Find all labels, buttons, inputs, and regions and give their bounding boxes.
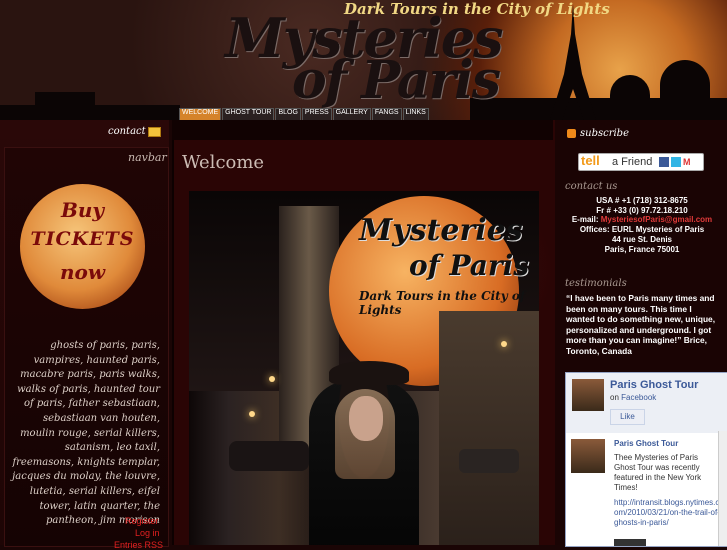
car-shape-2 [459, 449, 519, 473]
facebook-page-name[interactable]: Paris Ghost Tour [610, 379, 698, 391]
tickets-line3: now [59, 260, 106, 284]
post-link[interactable]: http://intransit.blogs.nytimes.com/2010/… [614, 498, 720, 528]
image-logo-line2: of Paris [409, 249, 530, 282]
car-shape [229, 441, 309, 471]
street-light [501, 341, 507, 347]
on-facebook-label: on Facebook [610, 393, 657, 402]
site-title-line2[interactable]: of Paris [292, 50, 501, 111]
post-text: Thee Mysteries of Paris Ghost Tour was r… [614, 453, 702, 492]
street-light [249, 411, 255, 417]
post-avatar[interactable] [571, 439, 605, 473]
contact-heading: contact us [565, 181, 618, 192]
register-link[interactable]: Register [125, 516, 159, 526]
tickets-line2: TICKETS [30, 228, 135, 250]
a-friend-label: a Friend [612, 156, 653, 168]
mail-icon[interactable] [148, 127, 161, 137]
testimonial-text: “I have been to Paris many times and bee… [566, 293, 716, 356]
rss-icon[interactable] [567, 129, 576, 138]
twitter-icon [671, 157, 681, 167]
contact-city: Paris, France 75001 [604, 244, 680, 254]
building-shape [439, 311, 539, 545]
contact-email-line: E-mail: MysteriesofParis@gmail.com [560, 215, 724, 225]
post-image[interactable] [614, 539, 646, 546]
facebook-icon [659, 157, 669, 167]
main-topbar [172, 120, 553, 140]
tell-label: tell [581, 153, 600, 168]
contact-phone-usa: USA # +1 (718) 312-8675 [596, 196, 688, 205]
face-shape [349, 396, 383, 441]
navbar-heading: navbar [128, 151, 167, 164]
contact-email-link[interactable]: MysteriesofParis@gmail.com [601, 215, 712, 224]
login-link[interactable]: Log in [135, 528, 160, 538]
eiffel-tower-icon [550, 4, 596, 120]
testimonials-heading: testimonials [565, 278, 627, 289]
header-banner: Dark Tours in the City of Lights Mysteri… [0, 0, 727, 120]
hat-shape [329, 361, 409, 385]
street-light [269, 376, 275, 382]
contact-office: Offices: EURL Mysteries of Paris [579, 225, 705, 235]
contact-street: 44 rue St. Denis [611, 234, 673, 244]
post-author[interactable]: Paris Ghost Tour [614, 439, 678, 448]
tell-a-friend-button[interactable]: tell a Friend M [578, 153, 704, 171]
tickets-line1: Buy [60, 198, 105, 222]
gmail-icon: M [683, 157, 697, 167]
subscribe-link[interactable]: subscribe [580, 128, 629, 139]
facebook-link[interactable]: Facebook [621, 393, 656, 402]
page-title: Welcome [182, 152, 265, 173]
tag-list: ghosts of paris, paris, vampires, haunte… [12, 340, 160, 527]
buy-tickets-button[interactable]: Buy TICKETS now [20, 184, 145, 309]
hero-image: Mysteries of Paris Dark Tours in the Cit… [189, 191, 539, 545]
contact-phone-fr: Fr # +33 (0) 97.72.18.210 [596, 205, 688, 215]
entries-rss-link[interactable]: Entries RSS [114, 540, 163, 550]
facebook-like-box: Paris Ghost Tour on Facebook Like Paris … [565, 372, 727, 547]
email-label: E-mail: [571, 215, 601, 225]
like-button[interactable]: Like [610, 409, 645, 425]
image-logo-line1: Mysteries [359, 213, 523, 248]
contact-info: USA # +1 (718) 312-8675 Fr # +33 (0) 97.… [560, 196, 724, 254]
facebook-scrollbar[interactable] [718, 431, 727, 546]
contact-link[interactable]: contact [108, 126, 146, 137]
page-avatar[interactable] [572, 379, 604, 411]
